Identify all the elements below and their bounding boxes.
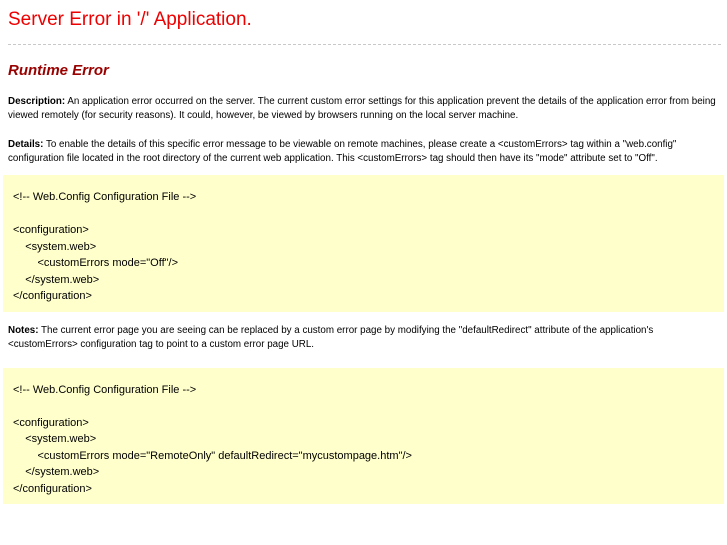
notes-text: The current error page you are seeing ca… bbox=[8, 324, 654, 350]
description-label: Description: bbox=[8, 96, 66, 107]
description-text: An application error occurred on the ser… bbox=[8, 96, 716, 121]
details-text: To enable the details of this specific e… bbox=[8, 139, 677, 164]
web-config-remoteonly-code: <!-- Web.Config Configuration File --> <… bbox=[13, 383, 412, 495]
web-config-off-codeblock: <!-- Web.Config Configuration File --> <… bbox=[3, 175, 724, 312]
page-title: Server Error in '/' Application. bbox=[8, 9, 252, 30]
details-label: Details: bbox=[8, 139, 44, 150]
notes-paragraph: Notes: The current error page you are se… bbox=[8, 324, 721, 352]
details-paragraph: Details: To enable the details of this s… bbox=[8, 138, 721, 166]
description-paragraph: Description: An application error occurr… bbox=[8, 95, 721, 123]
web-config-remoteonly-codeblock: <!-- Web.Config Configuration File --> <… bbox=[3, 367, 724, 504]
web-config-off-code: <!-- Web.Config Configuration File --> <… bbox=[13, 191, 197, 302]
notes-label: Notes: bbox=[8, 324, 39, 336]
title-divider bbox=[8, 44, 721, 45]
runtime-error-heading: Runtime Error bbox=[8, 62, 109, 79]
